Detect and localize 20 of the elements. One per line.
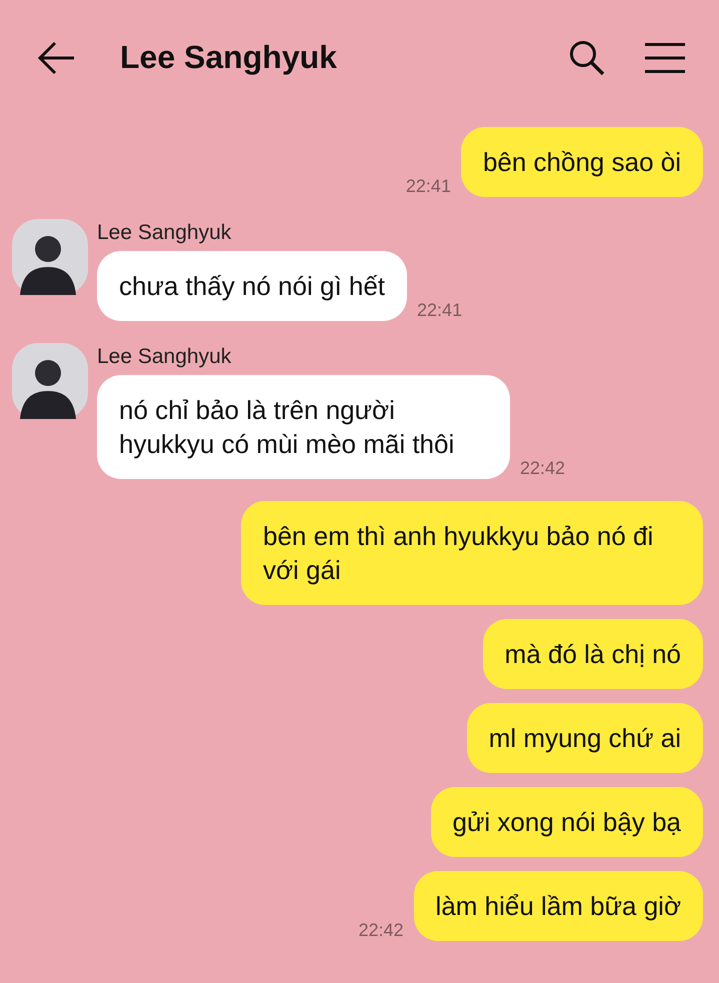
message-bubble: chưa thấy nó nói gì hết bbox=[97, 251, 408, 321]
avatar[interactable] bbox=[12, 343, 88, 419]
chat-title: Lee Sanghyuk bbox=[120, 39, 338, 76]
message-time: 22:42 bbox=[520, 458, 566, 479]
message-bubble: nó chỉ bảo là trên người hyukkyu có mùi mèo mãi thôi bbox=[97, 375, 510, 479]
menu-icon[interactable] bbox=[645, 42, 685, 72]
sender-name: Lee Sanghyuk bbox=[97, 345, 232, 369]
message-bubble: bên chồng sao òi bbox=[460, 127, 703, 197]
message-bubble: gửi xong nói bậy bạ bbox=[430, 787, 703, 857]
message-bubble: bên em thì anh hyukkyu bảo nó đi với gái bbox=[241, 501, 703, 605]
message-time: 22:42 bbox=[358, 920, 404, 941]
message-time: 22:41 bbox=[406, 176, 451, 197]
message-time: 22:41 bbox=[417, 300, 462, 321]
message-bubble: làm hiểu lầm bữa giờ bbox=[414, 871, 703, 941]
back-icon[interactable] bbox=[38, 40, 76, 74]
message-bubble: ml myung chứ ai bbox=[466, 703, 703, 773]
avatar[interactable] bbox=[12, 219, 88, 295]
sender-name: Lee Sanghyuk bbox=[97, 221, 232, 245]
search-icon[interactable] bbox=[569, 40, 605, 76]
message-bubble: mà đó là chị nó bbox=[482, 619, 703, 689]
